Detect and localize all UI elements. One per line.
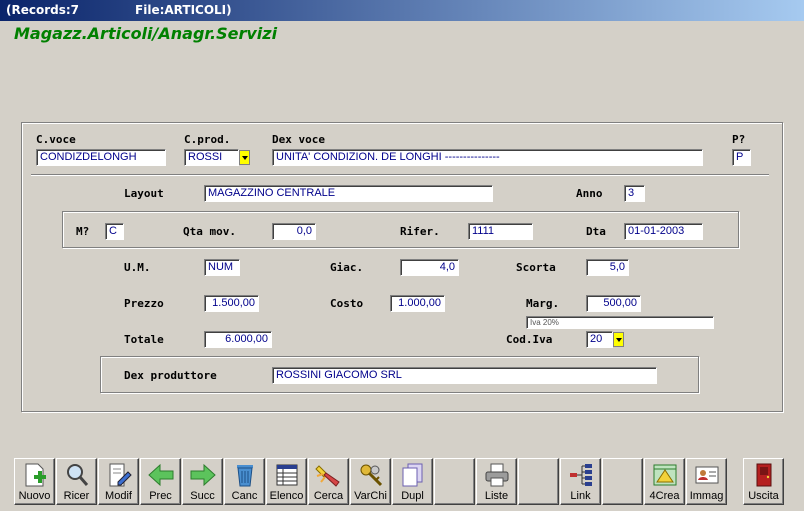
cprod-label: C.prod. <box>184 133 231 146</box>
um-field[interactable]: NUM <box>204 259 240 276</box>
prezzo-label: Prezzo <box>124 297 164 310</box>
link-network-icon <box>570 464 592 486</box>
immag-button[interactable]: Immag <box>686 458 727 505</box>
link-label: Link <box>570 490 591 502</box>
empty-toolbar-slot-1 <box>434 458 475 505</box>
cod-iva-dropdown-button[interactable] <box>613 332 624 347</box>
anno-field[interactable]: 3 <box>624 185 645 202</box>
edit-document-icon <box>109 463 132 487</box>
p-label: P? <box>732 133 746 146</box>
marg-field[interactable]: 500,00 <box>586 295 641 312</box>
crea4-label: 4Crea <box>649 490 680 502</box>
empty-toolbar-slot-2 <box>518 458 559 505</box>
costo-field[interactable]: 1.000,00 <box>390 295 445 312</box>
dex-voce-label: Dex voce <box>272 133 325 146</box>
prec-button[interactable]: Prec <box>140 458 181 505</box>
prezzo-field[interactable]: 1.500,00 <box>204 295 259 312</box>
rifer-label: Rifer. <box>400 225 440 238</box>
exit-door-icon <box>756 463 772 487</box>
arrow-left-icon <box>148 463 174 487</box>
dta-label: Dta <box>586 225 606 238</box>
m-label: M? <box>76 225 90 238</box>
cod-iva-label: Cod.Iva <box>506 333 553 346</box>
create-icon <box>653 464 677 486</box>
canc-button[interactable]: Canc <box>224 458 265 505</box>
modif-button[interactable]: Modif <box>98 458 139 505</box>
dupl-label: Dupl <box>401 490 424 502</box>
p-field[interactable]: P <box>732 149 751 166</box>
flashlight-icon <box>315 465 340 487</box>
uscita-button[interactable]: Uscita <box>743 458 784 505</box>
separator <box>31 174 769 176</box>
trash-icon <box>237 465 253 487</box>
ricer-button[interactable]: Ricer <box>56 458 97 505</box>
new-document-icon <box>25 463 46 487</box>
nuovo-button[interactable]: Nuovo <box>14 458 55 505</box>
immag-label: Immag <box>689 490 724 502</box>
giac-field[interactable]: 4,0 <box>400 259 459 276</box>
totale-field[interactable]: 6.000,00 <box>204 331 272 348</box>
layout-field[interactable]: MAGAZZINO CENTRALE <box>204 185 493 202</box>
cod-iva-field[interactable]: 20 <box>586 331 613 348</box>
empty-toolbar-slot-3 <box>602 458 643 505</box>
succ-button[interactable]: Succ <box>182 458 223 505</box>
file-name: File:ARTICOLI) <box>135 3 232 17</box>
totale-label: Totale <box>124 333 164 346</box>
qta-mov-field[interactable]: 0,0 <box>272 223 316 240</box>
layout-label: Layout <box>124 187 164 200</box>
duplicate-icon <box>402 463 423 487</box>
rifer-field[interactable]: 1111 <box>468 223 533 240</box>
nuovo-label: Nuovo <box>18 490 51 502</box>
dupl-button[interactable]: Dupl <box>392 458 433 505</box>
prec-label: Prec <box>149 490 172 502</box>
cerca-label: Cerca <box>313 490 344 502</box>
search-magnifier-icon <box>67 464 89 486</box>
records-count: (Records:7 <box>6 3 80 17</box>
modif-label: Modif <box>105 490 132 502</box>
marg-label: Marg. <box>526 297 560 310</box>
giac-label: Giac. <box>330 261 364 274</box>
succ-label: Succ <box>190 490 215 502</box>
liste-button[interactable]: Liste <box>476 458 517 505</box>
um-label: U.M. <box>124 261 151 274</box>
scorta-field[interactable]: 5,0 <box>586 259 629 276</box>
list-table-icon <box>276 464 298 486</box>
window-titlebar: (Records:7 File:ARTICOLI) <box>0 0 804 21</box>
producer-label: Dex produttore <box>124 369 217 382</box>
elenco-label: Elenco <box>269 490 304 502</box>
bottom-toolbar: Nuovo Ricer Modif Prec Succ Canc Elenco … <box>12 458 796 506</box>
dex-voce-field[interactable]: UNITA' CONDIZION. DE LONGHI ------------… <box>272 149 703 166</box>
qta-mov-label: Qta mov. <box>183 225 236 238</box>
app-title: Magazz.Articoli/Anagr.Servizi <box>14 24 278 43</box>
elenco-button[interactable]: Elenco <box>266 458 307 505</box>
cerca-button[interactable]: Cerca <box>308 458 349 505</box>
canc-label: Canc <box>231 490 258 502</box>
varchi-button[interactable]: VarChi <box>350 458 391 505</box>
keys-icon <box>360 464 383 487</box>
crea4-button[interactable]: 4Crea <box>644 458 685 505</box>
scorta-label: Scorta <box>516 261 556 274</box>
id-card-icon <box>695 466 719 484</box>
dta-field[interactable]: 01-01-2003 <box>624 223 703 240</box>
liste-label: Liste <box>484 490 509 502</box>
varchi-label: VarChi <box>354 490 387 502</box>
m-field[interactable]: C <box>105 223 124 240</box>
anno-label: Anno <box>576 187 603 200</box>
link-button[interactable]: Link <box>560 458 601 505</box>
producer-field[interactable]: ROSSINI GIACOMO SRL <box>272 367 657 384</box>
arrow-right-icon <box>190 463 216 487</box>
uscita-label: Uscita <box>748 490 779 502</box>
cprod-field[interactable]: ROSSI <box>184 149 239 166</box>
ricer-label: Ricer <box>63 490 90 502</box>
cvoce-field[interactable]: CONDIZDELONGH <box>36 149 166 166</box>
printer-icon <box>485 463 509 487</box>
cprod-dropdown-button[interactable] <box>239 150 250 165</box>
cvoce-label: C.voce <box>36 133 76 146</box>
iva-description: Iva 20% <box>526 316 714 329</box>
costo-label: Costo <box>330 297 364 310</box>
